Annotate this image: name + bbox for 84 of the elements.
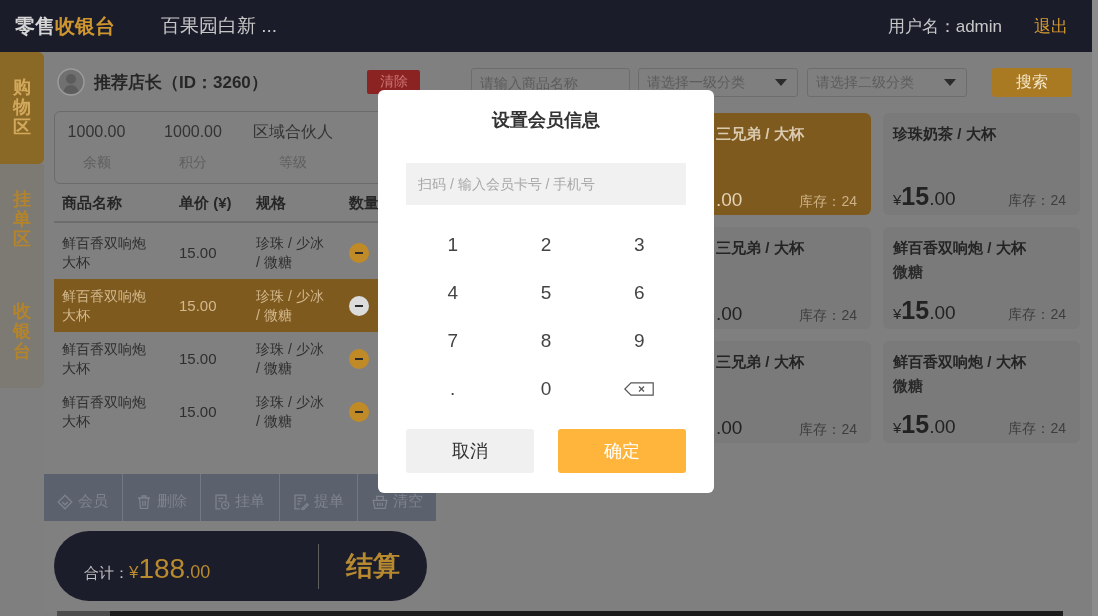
item-name: 鲜百香双响炮大杯: [62, 233, 147, 272]
product-option: 微糖: [893, 374, 923, 398]
stat-value: 1000.00: [67, 122, 126, 142]
document-pen-icon: [293, 493, 310, 510]
keypad-key[interactable]: 6: [592, 269, 686, 317]
minus-icon: [355, 251, 363, 254]
product-price: .00: [716, 303, 743, 325]
search-button[interactable]: 搜索: [992, 68, 1072, 97]
stock-label: 库存：24: [1008, 192, 1066, 210]
item-name: 鲜百香双响炮大杯: [62, 339, 147, 378]
item-price: 15.00: [179, 243, 217, 262]
checkout-button[interactable]: 结算: [319, 548, 427, 584]
member-code-field[interactable]: 扫码 / 输入会员卡号 / 手机号: [406, 163, 686, 205]
caret-icon: [944, 79, 956, 86]
stat-value: 1000.00: [164, 122, 222, 142]
minus-icon: [355, 304, 363, 307]
document-clock-icon: [214, 493, 231, 510]
store-name: 百果园白新 ...: [161, 14, 278, 38]
item-spec: 珍珠 / 少冰 / 微糖: [256, 286, 325, 325]
stock-label: 库存：24: [799, 307, 857, 325]
app-logo: 零售收银台: [15, 13, 115, 39]
product-price: ¥15.00: [893, 182, 956, 211]
stock-label: 库存：24: [1008, 420, 1066, 438]
keypad-key[interactable]: 9: [592, 317, 686, 365]
column-header: 商品名称: [62, 194, 122, 213]
keypad-key[interactable]: 8: [499, 317, 593, 365]
username-label: 用户名：admin: [887, 15, 1002, 38]
basket-icon: [371, 493, 388, 510]
cancel-button[interactable]: 取消: [406, 429, 534, 473]
logout-link[interactable]: 退出: [1034, 14, 1068, 38]
trash-icon: [135, 493, 152, 510]
keypad-key[interactable]: 3: [592, 221, 686, 269]
total-amount: ¥188.00: [129, 553, 211, 585]
product-title: 鲜百香双响炮 / 大杯: [893, 238, 1026, 258]
column-header: 数量: [349, 194, 379, 213]
item-spec: 珍珠 / 少冰 / 微糖: [256, 392, 325, 431]
keypad-key[interactable]: 2: [499, 221, 593, 269]
product-title: 三兄弟 / 大杯: [716, 238, 804, 258]
stat-value: 区域合伙人: [252, 122, 333, 142]
caret-icon: [775, 79, 787, 86]
avatar-icon: [57, 68, 85, 96]
product-card[interactable]: 三兄弟 / 大杯 .00 库存：24: [714, 227, 871, 329]
item-price: 15.00: [179, 349, 217, 368]
item-name: 鲜百香双响炮大杯: [62, 286, 147, 325]
dialog-title: 设置会员信息: [492, 109, 600, 132]
product-title: 鲜百香双响炮 / 大杯: [893, 352, 1026, 372]
item-price: 15.00: [179, 402, 217, 421]
product-title: 三兄弟 / 大杯: [716, 124, 804, 144]
product-card[interactable]: 珍珠奶茶 / 大杯 ¥15.00 库存：24: [883, 113, 1080, 215]
keypad-key[interactable]: 0: [499, 365, 593, 413]
decrease-button[interactable]: [349, 242, 369, 263]
stock-label: 库存：24: [799, 421, 857, 439]
product-card[interactable]: 鲜百香双响炮 / 大杯 微糖 ¥15.00 库存：24: [883, 227, 1080, 329]
product-price: ¥15.00: [893, 410, 956, 439]
minus-icon: [355, 410, 363, 413]
keypad-key[interactable]: 5: [499, 269, 593, 317]
stock-label: 库存：24: [799, 193, 857, 211]
product-card[interactable]: 鲜百香双响炮 / 大杯 微糖 ¥15.00 库存：24: [883, 341, 1080, 443]
product-title: 珍珠奶茶 / 大杯: [893, 124, 996, 144]
total-label: 合计：: [84, 564, 129, 583]
minus-icon: [355, 357, 363, 360]
product-price: .00: [716, 189, 743, 211]
column-header: 规格: [256, 194, 286, 213]
product-card[interactable]: 三兄弟 / 大杯 .00 库存：24: [714, 341, 871, 443]
decrease-button[interactable]: [349, 401, 369, 422]
vertical-scrollbar[interactable]: [1092, 0, 1098, 616]
product-price: ¥15.00: [893, 296, 956, 325]
stock-label: 库存：24: [1008, 306, 1066, 324]
decrease-button[interactable]: [349, 295, 369, 316]
member-name: 推荐店长（ID：3260）: [94, 71, 268, 94]
product-card[interactable]: 三兄弟 / 大杯 .00 库存：24: [714, 113, 871, 215]
product-option: 微糖: [893, 260, 923, 284]
backspace-icon: [624, 382, 655, 396]
diamond-icon: [57, 493, 74, 510]
product-price: .00: [716, 417, 743, 439]
side-tab[interactable]: 购物区: [0, 52, 44, 164]
item-spec: 珍珠 / 少冰 / 微糖: [256, 339, 325, 378]
horizontal-scrollbar[interactable]: [57, 611, 1063, 616]
product-title: 三兄弟 / 大杯: [716, 352, 804, 372]
column-header: 单价 (¥): [179, 194, 232, 213]
item-name: 鲜百香双响炮大杯: [62, 392, 147, 431]
item-price: 15.00: [179, 296, 217, 315]
item-spec: 珍珠 / 少冰 / 微糖: [256, 233, 325, 272]
decrease-button[interactable]: [349, 348, 369, 369]
